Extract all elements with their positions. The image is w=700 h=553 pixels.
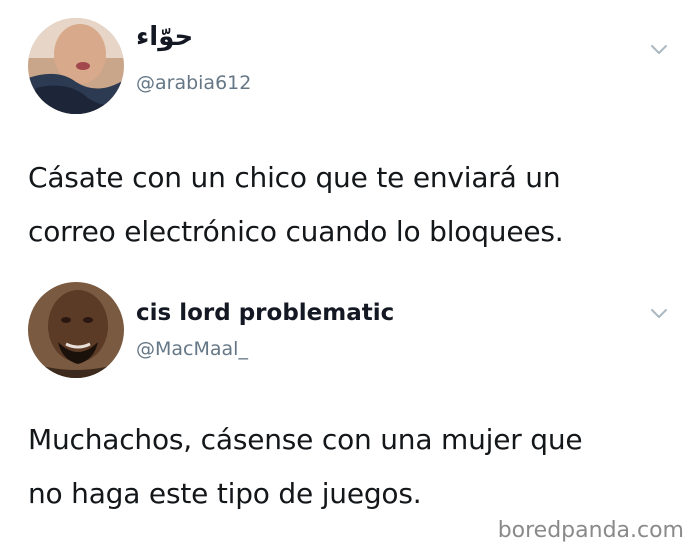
tweet-text-line: no haga este tipo de juegos. [28, 477, 422, 510]
tweet-text: Muchachos, cásense con una mujer que no … [28, 418, 583, 516]
avatar-photo-icon [28, 18, 124, 114]
user-handle[interactable]: @arabia612 [136, 72, 251, 94]
tweet-text-line: Muchachos, cásense con una mujer que [28, 423, 583, 456]
display-name[interactable]: cis lord problematic [136, 300, 394, 326]
tweet-card-1: حوّاء @arabia612 Cásate con un chico que… [0, 0, 700, 280]
watermark: boredpanda.com [497, 518, 684, 543]
avatar[interactable] [28, 282, 124, 378]
user-handle[interactable]: @MacMaal_ [136, 338, 248, 360]
chevron-down-icon[interactable] [650, 308, 668, 320]
tweet-text: Cásate con un chico que te enviará un co… [28, 156, 564, 254]
tweet-text-line: Cásate con un chico que te enviará un [28, 161, 561, 194]
tweet-card-2: cis lord problematic @MacMaal_ Muchachos… [0, 282, 700, 512]
avatar[interactable] [28, 18, 124, 114]
avatar-photo-icon [28, 282, 124, 378]
chevron-down-icon[interactable] [650, 44, 668, 56]
tweet-text-line: correo electrónico cuando lo bloquees. [28, 215, 564, 248]
display-name[interactable]: حوّاء [136, 22, 193, 52]
